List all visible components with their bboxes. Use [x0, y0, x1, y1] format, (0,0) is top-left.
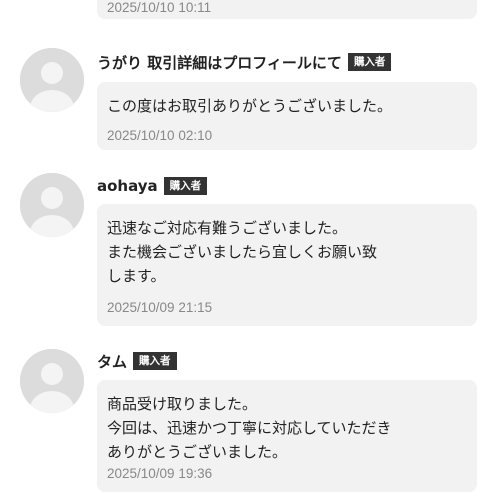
- default-user-avatar-icon: [20, 173, 84, 237]
- buyer-badge: 購入者: [133, 352, 177, 370]
- review-message-line: 今回は、迅速かつ丁寧に対応していただき: [107, 419, 392, 437]
- review-bubble: 迅速なご対応有難うございました。 また機会ございましたら宜しくお願い致 します。…: [97, 204, 477, 326]
- review-timestamp: 2025/10/10 02:10: [107, 128, 213, 143]
- review-bubble: 商品受け取りました。 今回は、迅速かつ丁寧に対応していただき ありがとうございま…: [97, 380, 477, 492]
- review-bubble: 2025/10/10 10:11: [97, 0, 477, 19]
- review-timestamp: 2025/10/10 10:11: [107, 0, 212, 15]
- reviewer-name[interactable]: うがり 取引詳細はプロフィールにて: [97, 52, 342, 73]
- review-timestamp: 2025/10/09 21:15: [107, 300, 213, 315]
- default-user-avatar-icon: [20, 48, 84, 112]
- reviewer-name[interactable]: aohaya: [97, 177, 158, 195]
- review-message-line: します。: [107, 267, 166, 285]
- review-list: 2025/10/10 10:11 うがり 取引詳細はプロフィールにて 購入者 こ…: [0, 0, 498, 498]
- review-timestamp: 2025/10/09 19:36: [107, 466, 213, 481]
- review-bubble: この度はお取引ありがとうございました。 2025/10/10 02:10: [97, 82, 477, 150]
- user-avatar[interactable]: [20, 173, 84, 237]
- reviewer-name[interactable]: タム: [97, 351, 127, 372]
- review-message-line: 商品受け取りました。: [107, 395, 258, 413]
- review-message-line: また機会ございましたら宜しくお願い致: [107, 243, 378, 261]
- review-message-line: 迅速なご対応有難うございました。: [107, 219, 348, 237]
- user-avatar[interactable]: [20, 48, 84, 112]
- reviewer-header: うがり 取引詳細はプロフィールにて 購入者: [97, 52, 392, 73]
- reviewer-header: aohaya 購入者: [97, 176, 208, 196]
- buyer-badge: 購入者: [163, 177, 208, 195]
- reviewer-header: タム 購入者: [97, 351, 177, 371]
- review-message-line: この度はお取引ありがとうございました。: [107, 97, 393, 115]
- review-message-line: ありがとうございました。: [107, 443, 288, 461]
- default-user-avatar-icon: [20, 349, 84, 413]
- buyer-badge: 購入者: [347, 53, 392, 71]
- user-avatar[interactable]: [20, 349, 84, 413]
